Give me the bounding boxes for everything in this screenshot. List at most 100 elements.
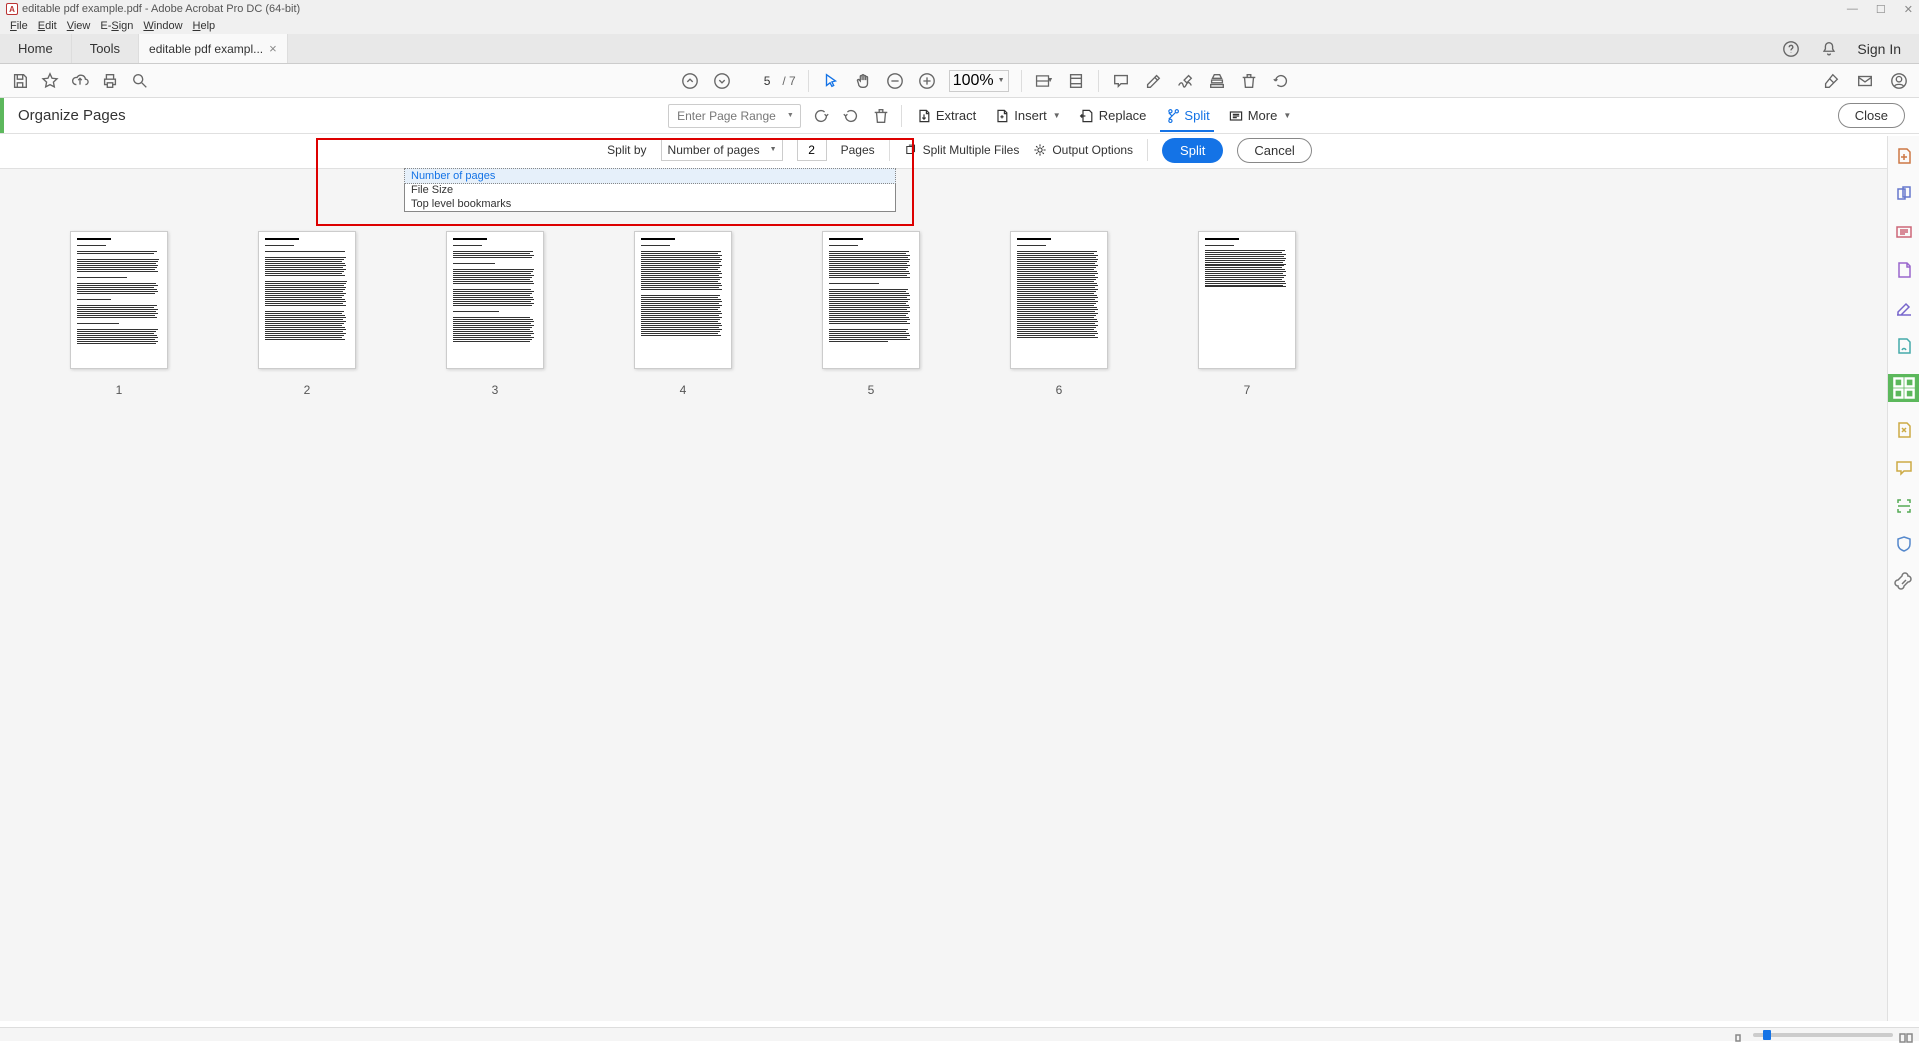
zoom-slider-bar: [0, 1027, 1919, 1041]
menu-file[interactable]: File: [6, 20, 32, 32]
page-down-icon[interactable]: [712, 71, 732, 91]
close-organize-button[interactable]: Close: [1838, 103, 1905, 128]
comment-icon[interactable]: [1111, 71, 1131, 91]
stamp-icon[interactable]: [1207, 71, 1227, 91]
split-button[interactable]: Split: [1160, 106, 1213, 132]
fill-sign-icon[interactable]: [1894, 298, 1914, 318]
chevron-down-icon: ▼: [1283, 111, 1291, 120]
app-icon: A: [6, 3, 18, 15]
pages-label: Pages: [841, 143, 875, 157]
compress-icon[interactable]: [1894, 420, 1914, 440]
menu-edit[interactable]: Edit: [34, 20, 61, 32]
rotate-cw-icon[interactable]: [841, 106, 861, 126]
split-method-dropdown[interactable]: Number of pages File Size Top level book…: [404, 168, 896, 212]
tab-home[interactable]: Home: [0, 34, 72, 63]
zoom-out-icon[interactable]: [885, 71, 905, 91]
page-thumbnail[interactable]: 7: [1198, 231, 1296, 397]
help-icon[interactable]: [1781, 39, 1801, 59]
rotate-ccw-icon[interactable]: [811, 106, 831, 126]
dropdown-option[interactable]: Number of pages: [404, 168, 896, 184]
organize-pages-icon[interactable]: [1888, 374, 1919, 402]
chevron-down-icon: ▼: [1053, 111, 1061, 120]
minimize-button[interactable]: —: [1847, 3, 1858, 16]
hand-icon[interactable]: [853, 71, 873, 91]
highlight-icon[interactable]: [1143, 71, 1163, 91]
eraser-icon[interactable]: [1821, 71, 1841, 91]
page-thumbnail[interactable]: 6: [1010, 231, 1108, 397]
page-total-label: / 7: [782, 74, 795, 88]
more-tools-icon[interactable]: [1894, 572, 1914, 592]
thumb-large-icon[interactable]: [1899, 1030, 1913, 1040]
save-icon[interactable]: [10, 71, 30, 91]
search-icon[interactable]: [130, 71, 150, 91]
protect-icon[interactable]: [1894, 534, 1914, 554]
print-icon[interactable]: [100, 71, 120, 91]
edit-pdf-icon[interactable]: [1894, 222, 1914, 242]
page-thumbnail[interactable]: 4: [634, 231, 732, 397]
fit-width-icon[interactable]: ▼: [1034, 71, 1054, 91]
zoom-select[interactable]: 100%: [949, 70, 1009, 92]
zoom-slider[interactable]: [1753, 1033, 1893, 1037]
output-options-button[interactable]: Output Options: [1033, 143, 1133, 157]
comment-tool-icon[interactable]: [1894, 458, 1914, 478]
page-thumbnail[interactable]: 5: [822, 231, 920, 397]
delete-page-icon[interactable]: [871, 106, 891, 126]
tabs-row: Home Tools editable pdf exampl... × Sign…: [0, 34, 1919, 64]
tab-close-icon[interactable]: ×: [269, 41, 277, 56]
thumb-small-icon[interactable]: [1733, 1030, 1747, 1040]
menu-view[interactable]: View: [63, 20, 95, 32]
dropdown-option[interactable]: File Size: [405, 183, 895, 197]
cancel-button[interactable]: Cancel: [1237, 138, 1311, 163]
organize-title: Organize Pages: [18, 107, 126, 124]
sign-in-link[interactable]: Sign In: [1857, 41, 1901, 57]
split-toolbar: Split by Number of pages Pages Split Mul…: [0, 134, 1919, 166]
page-thumbnail[interactable]: 1: [70, 231, 168, 397]
split-confirm-button[interactable]: Split: [1162, 138, 1223, 163]
split-count-input[interactable]: [797, 139, 827, 161]
window-title: editable pdf example.pdf - Adobe Acrobat…: [22, 3, 300, 15]
split-multiple-files-button[interactable]: Split Multiple Files: [904, 143, 1020, 157]
page-thumbnail[interactable]: 2: [258, 231, 356, 397]
page-thumbnail[interactable]: 3: [446, 231, 544, 397]
sign-icon[interactable]: [1175, 71, 1195, 91]
right-tool-rail: [1887, 136, 1919, 1021]
fit-page-icon[interactable]: [1066, 71, 1086, 91]
create-pdf-icon[interactable]: [1894, 146, 1914, 166]
scan-icon[interactable]: [1894, 496, 1914, 516]
menu-help[interactable]: Help: [189, 20, 220, 32]
thumbnail-label: 6: [1056, 383, 1063, 397]
menu-bar: File Edit View E-Sign Window Help: [0, 18, 1919, 34]
bell-icon[interactable]: [1819, 39, 1839, 59]
dropdown-option[interactable]: Top level bookmarks: [405, 197, 895, 211]
split-by-label: Split by: [607, 143, 646, 157]
export-pdf-icon[interactable]: [1894, 260, 1914, 280]
organize-toolbar: Organize Pages Enter Page Range Extract …: [0, 98, 1919, 134]
menu-esign[interactable]: E-Sign: [96, 20, 137, 32]
rotate-icon[interactable]: [1271, 71, 1291, 91]
cloud-upload-icon[interactable]: [70, 71, 90, 91]
combine-icon[interactable]: [1894, 184, 1914, 204]
zoom-in-icon[interactable]: [917, 71, 937, 91]
more-button[interactable]: More ▼: [1224, 106, 1296, 126]
tab-document[interactable]: editable pdf exampl... ×: [139, 34, 288, 63]
page-range-select[interactable]: Enter Page Range: [668, 104, 801, 128]
account-icon[interactable]: [1889, 71, 1909, 91]
thumbnail-label: 7: [1244, 383, 1251, 397]
page-number-input[interactable]: [744, 74, 770, 88]
replace-button[interactable]: Replace: [1075, 106, 1151, 126]
split-method-select[interactable]: Number of pages: [661, 139, 783, 161]
pointer-icon[interactable]: [821, 71, 841, 91]
mail-icon[interactable]: [1855, 71, 1875, 91]
tab-tools[interactable]: Tools: [72, 34, 139, 63]
insert-button[interactable]: Insert ▼: [990, 106, 1064, 126]
close-window-button[interactable]: ✕: [1904, 3, 1913, 16]
maximize-button[interactable]: ☐: [1876, 3, 1886, 16]
request-sign-icon[interactable]: [1894, 336, 1914, 356]
thumbnail-label: 3: [492, 383, 499, 397]
page-up-icon[interactable]: [680, 71, 700, 91]
delete-icon[interactable]: [1239, 71, 1259, 91]
extract-button[interactable]: Extract: [912, 106, 980, 126]
star-icon[interactable]: [40, 71, 60, 91]
thumbnail-label: 5: [868, 383, 875, 397]
menu-window[interactable]: Window: [139, 20, 186, 32]
